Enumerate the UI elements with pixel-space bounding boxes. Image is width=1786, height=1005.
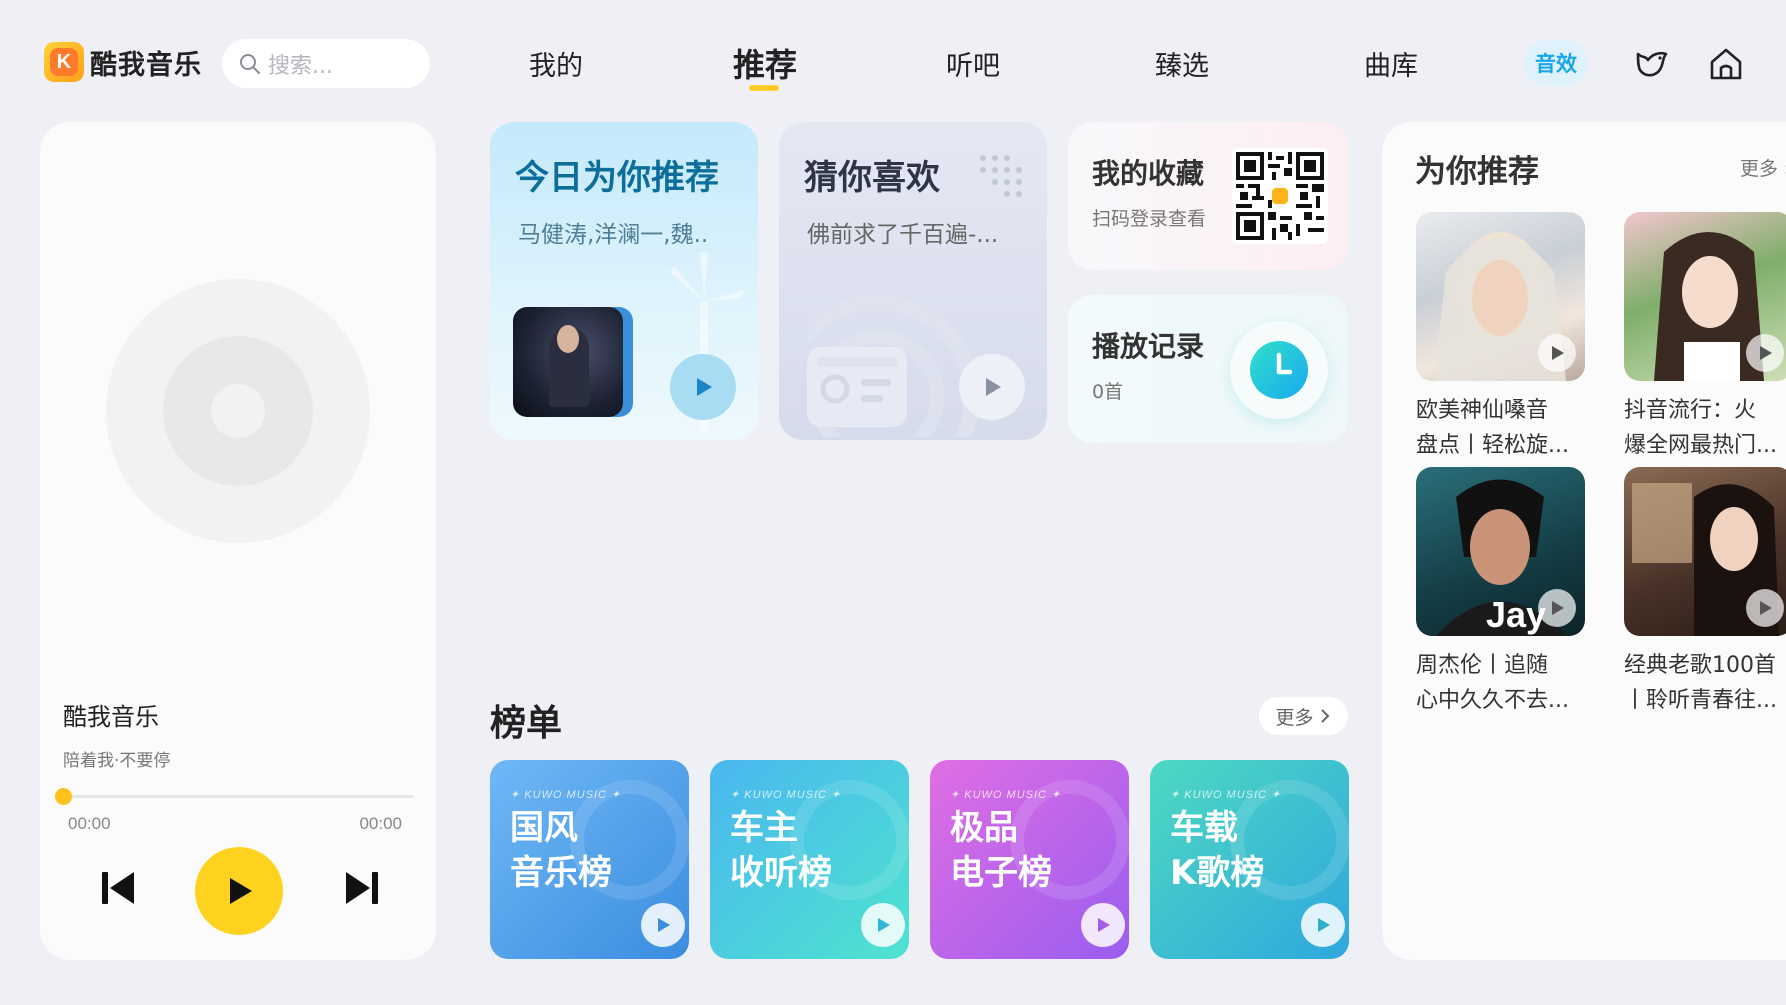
playlist-cover bbox=[1624, 467, 1786, 636]
playlist-title-line2: 盘点丨轻松旋... bbox=[1416, 433, 1569, 458]
play-icon bbox=[230, 878, 252, 904]
rank-name: 国风 音乐榜 bbox=[510, 808, 612, 893]
next-track-icon[interactable] bbox=[342, 868, 382, 908]
playlist-title: 抖音流行：火 bbox=[1624, 398, 1757, 423]
rank-play-button[interactable] bbox=[1081, 903, 1125, 947]
rank-name: 极品 电子榜 bbox=[950, 808, 1052, 893]
recommend-title: 为你推荐 bbox=[1415, 154, 1539, 190]
rankings-title: 榜单 bbox=[490, 703, 563, 744]
recommend-more-link[interactable]: 更多 › bbox=[1740, 154, 1786, 181]
play-icon[interactable] bbox=[1538, 334, 1576, 372]
kuwo-brand-label: ✦ KUWO MUSIC ✦ bbox=[730, 789, 842, 801]
history-count: 0首 bbox=[1092, 381, 1124, 403]
playlist-cover bbox=[1416, 212, 1585, 381]
guess-play-button[interactable] bbox=[959, 354, 1025, 420]
rankings-more-button[interactable]: 更多 bbox=[1259, 697, 1348, 735]
kuwo-logo-icon: K bbox=[44, 42, 84, 82]
daily-album-cover bbox=[513, 307, 623, 417]
kuwo-brand-label: ✦ KUWO MUSIC ✦ bbox=[1170, 789, 1282, 801]
album-disc bbox=[106, 279, 370, 543]
rank-play-button[interactable] bbox=[1301, 903, 1345, 947]
active-tab-indicator bbox=[749, 85, 779, 91]
play-icon bbox=[1318, 918, 1330, 932]
svg-text:Jay: Jay bbox=[1486, 594, 1546, 635]
play-icon[interactable] bbox=[1746, 334, 1784, 372]
rank-card-car-owner[interactable]: ✦ KUWO MUSIC ✦ 车主 收听榜 bbox=[710, 760, 909, 959]
sound-effect-button[interactable]: 音效 bbox=[1524, 40, 1588, 86]
playlist-card[interactable]: 经典老歌100首 丨聆听青春往... bbox=[1624, 467, 1786, 718]
playlist-title-line2: 丨聆听青春往... bbox=[1624, 688, 1777, 713]
playlist-title: 欧美神仙嗓音 bbox=[1416, 398, 1549, 423]
play-history-card[interactable]: 播放记录 0首 bbox=[1068, 295, 1348, 443]
rank-card-electronic[interactable]: ✦ KUWO MUSIC ✦ 极品 电子榜 bbox=[930, 760, 1129, 959]
playlist-title: 周杰伦丨追随 bbox=[1416, 653, 1549, 678]
history-title: 播放记录 bbox=[1092, 330, 1205, 363]
app-name: 酷我音乐 bbox=[90, 49, 202, 81]
chevron-right-icon bbox=[1320, 709, 1329, 723]
tab-recommend[interactable]: 推荐 bbox=[733, 40, 797, 86]
previous-track-icon[interactable] bbox=[98, 868, 138, 908]
play-button[interactable] bbox=[195, 847, 283, 935]
play-icon bbox=[658, 918, 670, 932]
more-label: 更多 bbox=[1275, 706, 1314, 729]
play-icon bbox=[986, 378, 1001, 396]
time-current: 00:00 bbox=[68, 814, 111, 833]
tab-listen[interactable]: 听吧 bbox=[946, 44, 1000, 83]
tab-mine[interactable]: 我的 bbox=[529, 44, 583, 83]
favorites-title: 我的收藏 bbox=[1092, 157, 1205, 190]
playlist-title-line2: 爆全网最热门... bbox=[1624, 433, 1777, 458]
play-icon bbox=[697, 378, 712, 396]
rank-card-karaoke[interactable]: ✦ KUWO MUSIC ✦ 车载 K歌榜 bbox=[1150, 760, 1349, 959]
rank-play-button[interactable] bbox=[641, 903, 685, 947]
bird-icon[interactable] bbox=[1632, 44, 1672, 84]
play-icon[interactable] bbox=[1746, 589, 1784, 627]
playlist-card[interactable]: 欧美神仙嗓音 盘点丨轻松旋... bbox=[1416, 212, 1586, 463]
rank-name: 车主 收听榜 bbox=[730, 808, 832, 893]
daily-play-button[interactable] bbox=[670, 354, 736, 420]
login-qr-code bbox=[1232, 148, 1328, 244]
clock-icon bbox=[1230, 321, 1328, 419]
time-total: 00:00 bbox=[359, 814, 402, 833]
rank-name: 车载 K歌榜 bbox=[1170, 808, 1265, 893]
playlist-title-line2: 心中久久不去... bbox=[1416, 688, 1569, 713]
home-icon[interactable] bbox=[1706, 44, 1746, 84]
daily-recommend-card[interactable]: 今日为你推荐 马健涛,洋澜一,魏.. bbox=[490, 122, 758, 440]
rank-card-guofeng[interactable]: ✦ KUWO MUSIC ✦ 国风 音乐榜 bbox=[490, 760, 689, 959]
my-favorites-card[interactable]: 我的收藏 扫码登录查看 bbox=[1068, 122, 1348, 270]
progress-knob[interactable] bbox=[55, 788, 72, 805]
recommend-panel: 为你推荐 更多 › 欧美神仙嗓音 盘点丨轻松旋... 抖音流行：火 爆全网最热门… bbox=[1382, 122, 1786, 960]
guess-you-like-title: 猜你喜欢 bbox=[804, 158, 940, 198]
playlist-card[interactable]: Jay 周杰伦丨追随 心中久久不去... bbox=[1416, 467, 1586, 718]
app-logo: K 酷我音乐 bbox=[44, 42, 202, 82]
search-icon bbox=[240, 53, 260, 74]
favorites-subtitle: 扫码登录查看 bbox=[1092, 208, 1207, 230]
search-placeholder: 搜索... bbox=[268, 53, 333, 79]
playlist-title: 经典老歌100首 bbox=[1624, 653, 1776, 678]
playlist-cover bbox=[1624, 212, 1786, 381]
dots-decoration bbox=[980, 155, 1022, 197]
tab-library[interactable]: 曲库 bbox=[1364, 44, 1418, 83]
playlist-cover: Jay bbox=[1416, 467, 1585, 636]
tab-selected[interactable]: 臻选 bbox=[1155, 44, 1209, 83]
search-input[interactable]: 搜索... bbox=[222, 39, 430, 88]
playlist-card[interactable]: 抖音流行：火 爆全网最热门... bbox=[1624, 212, 1786, 463]
play-icon[interactable] bbox=[1538, 589, 1576, 627]
rank-play-button[interactable] bbox=[861, 903, 905, 947]
now-playing-panel: 酷我音乐 陪着我·不要停 00:00 00:00 bbox=[40, 122, 436, 960]
play-icon bbox=[1098, 918, 1110, 932]
daily-recommend-title: 今日为你推荐 bbox=[515, 158, 719, 198]
guess-you-like-card[interactable]: 猜你喜欢 佛前求了千百遍-... bbox=[779, 122, 1047, 440]
kuwo-brand-label: ✦ KUWO MUSIC ✦ bbox=[510, 789, 622, 801]
guess-you-like-song: 佛前求了千百遍-... bbox=[807, 222, 999, 248]
song-subtitle: 陪着我·不要停 bbox=[63, 751, 171, 771]
progress-track[interactable] bbox=[63, 795, 414, 798]
daily-recommend-artists: 马健涛,洋澜一,魏.. bbox=[518, 222, 709, 248]
kuwo-brand-label: ✦ KUWO MUSIC ✦ bbox=[950, 789, 1062, 801]
song-title: 酷我音乐 bbox=[63, 703, 159, 731]
play-icon bbox=[878, 918, 890, 932]
